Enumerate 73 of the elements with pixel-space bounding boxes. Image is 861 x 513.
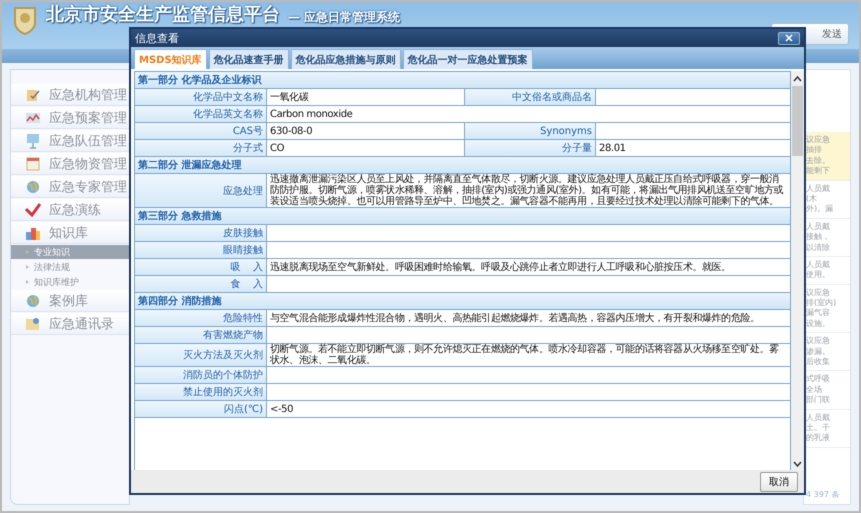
field-value: <-50 [269, 402, 294, 416]
menu-item[interactable]: 应急队伍管理 [11, 130, 129, 152]
field-label: 应急处理 [135, 174, 267, 207]
section-header: 第二部分 泄漏应急处理 [135, 157, 790, 174]
section-header: 第一部分 化学品及企业标识 [135, 72, 790, 89]
field-label: 眼睛接触 [135, 242, 267, 258]
field-label: 有害燃烧产物 [135, 327, 267, 343]
section-header: 第四部分 消防措施 [135, 293, 790, 310]
tab[interactable]: 危化品应急措施与原则 [290, 49, 401, 69]
field-label: 闪点(℃) [135, 401, 267, 417]
close-icon [785, 34, 793, 42]
field-value: 与空气混合能形成爆炸性混合物，遇明火、高热能引起燃烧爆炸。若遇高热，容器内压增大，有开裂和爆炸的危险。 [269, 312, 761, 326]
field-label: 灭火方法及灭火剂 [135, 344, 267, 366]
tab[interactable]: 危化品速查手册 [208, 49, 289, 69]
list-entry-text: 议应急 渗漏。 后收集 [804, 333, 850, 372]
field-label: 危险特性 [135, 310, 267, 326]
list-entry-text: 议应急 排(室内) 漏气容 设施。 [804, 284, 850, 334]
checkmark-icon [25, 202, 41, 218]
submenu-item[interactable]: 专业知识 [11, 245, 129, 259]
menu-item[interactable]: 案例库 [11, 290, 129, 312]
dialog-title: 信息查看 [135, 30, 179, 46]
list-entry-text: 议应急 抽排 去除。 能剩下 [804, 132, 850, 181]
field-label: 禁止使用的灭火剂 [135, 384, 267, 400]
section-header: 第三部分 急救措施 [135, 208, 790, 225]
field-label: CAS号 [135, 123, 267, 139]
menu-item[interactable]: 应急预案管理 [11, 107, 129, 129]
record-count: 4 397 条 [805, 489, 840, 501]
field-value: 切断气源。若不能立即切断气源，则不允许熄灭正在燃烧的气体。喷水冷却容器，可能的话将容器从火场移至空旷处。雾状水、泡沫、二氧化碳。 [269, 344, 780, 366]
menu-item[interactable]: 应急通讯录 [11, 313, 129, 335]
scroll-up-icon[interactable] [793, 75, 802, 83]
bullet-icon [25, 279, 30, 285]
field-label: 分子式 [135, 140, 267, 156]
scroll-down-icon[interactable] [793, 460, 802, 468]
emblem-icon [12, 5, 38, 35]
field-label: 中文俗名或商品名 [465, 89, 596, 105]
tab[interactable]: MSDS知识库 [134, 49, 207, 69]
field-label: 化学品英文名称 [135, 106, 267, 122]
bullet-icon [25, 249, 30, 255]
list-entry-text: 人员戴 (木 外)。漏 [804, 180, 850, 219]
contact-card-icon [25, 316, 41, 332]
field-value: Carbon monoxide [269, 108, 354, 122]
scroll-thumb[interactable] [792, 86, 803, 156]
field-label: 分子量 [465, 140, 596, 156]
scrollbar[interactable] [791, 71, 804, 470]
list-entry-text: 式呼吸 全场 部门联 [804, 371, 850, 410]
list-entry-text: 人员戴 土。干 的乳液 [804, 410, 850, 448]
field-label: 化学品中文名称 [135, 89, 267, 105]
calendar-icon [25, 156, 41, 172]
field-label: 消防员的个体防护 [135, 367, 267, 383]
app-title: 北京市安全生产监管信息平台 [46, 5, 280, 25]
menu-item[interactable]: 知识库 [11, 222, 129, 244]
globe-icon [25, 292, 41, 308]
field-label: 吸 入 [135, 259, 267, 275]
globe-icon [25, 178, 41, 194]
submenu-item[interactable]: 法律法规 [11, 260, 129, 274]
cancel-button[interactable]: 取消 [760, 472, 798, 492]
menu-item[interactable]: 应急演练 [11, 199, 129, 221]
field-label: Synonyms [465, 123, 596, 139]
list-entry-text: 人员戴 接触， 以清除 [804, 218, 850, 257]
field-value: 迅速脱离现场至空气新鲜处。呼吸困难时给输氧。呼吸及心跳停止者立即进行人工呼吸和心脏按压术。就医。 [269, 260, 732, 274]
easel-icon [25, 132, 41, 148]
app-subtitle: — 应急日常管理系统 [288, 10, 400, 24]
tab[interactable]: 危化品一对一应急处置预案 [402, 49, 533, 69]
field-value: 28.01 [598, 142, 627, 156]
submenu-item[interactable]: 知识库维护 [11, 275, 129, 289]
bullet-icon [25, 264, 30, 270]
field-label: 食 入 [135, 276, 267, 292]
close-button[interactable] [778, 32, 800, 44]
menu-item[interactable]: 应急物资管理 [11, 153, 129, 175]
field-value: 迅速撤离泄漏污染区人员至上风处，并隔离直至气体散尽，切断火源。建议应急处理人员戴正压自给式呼吸器，穿一般消防防护服。切断气源，喷雾状水稀释、溶解，抽排(室内)或强力通风(室外)。如有可能，将漏出气用排风机送至空旷地方或装设适当喷头烧掉。也可以用管路导至炉中、凹地焚之。漏气容器不能再用，且要经过技术处理以清除可能剩下的气体。 [269, 174, 784, 207]
menu-item[interactable]: 应急专家管理 [11, 176, 129, 198]
menu-item[interactable]: 应急机构管理 [11, 84, 129, 106]
field-label: 皮肤接触 [135, 225, 267, 241]
